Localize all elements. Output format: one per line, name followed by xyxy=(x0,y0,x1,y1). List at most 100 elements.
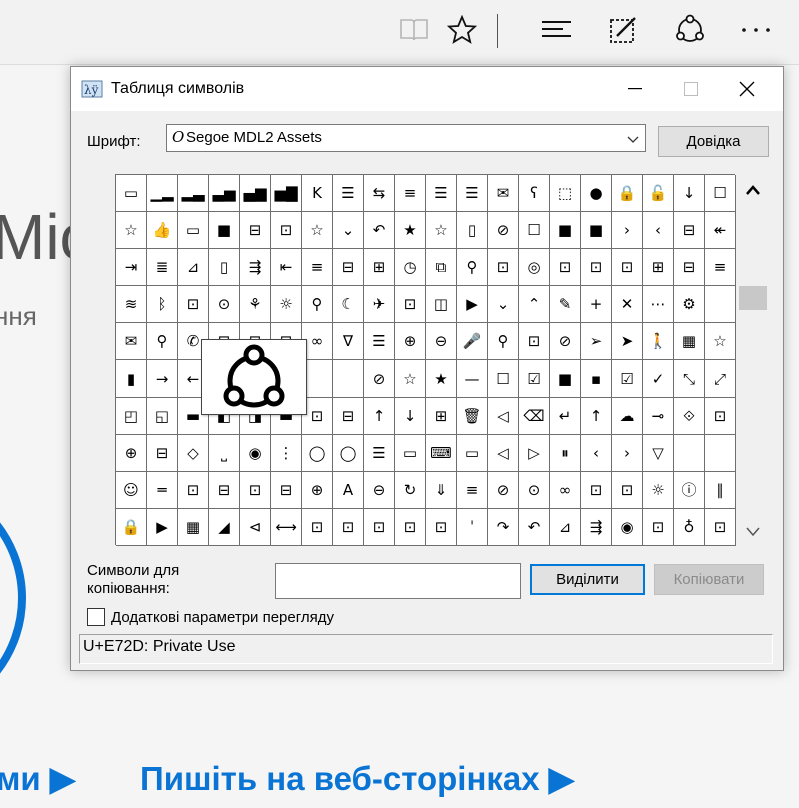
character-cell[interactable]: ↶ xyxy=(364,212,395,250)
character-cell[interactable]: ■ xyxy=(581,212,612,250)
character-cell[interactable]: ▶ xyxy=(457,286,488,324)
character-cell[interactable]: ◰ xyxy=(116,397,147,435)
copy-button[interactable]: Копіювати xyxy=(654,564,764,595)
character-cell[interactable]: ⊡ xyxy=(302,508,333,546)
character-cell[interactable]: ☁ xyxy=(612,397,643,435)
character-cell[interactable]: ⊿ xyxy=(550,508,581,546)
character-cell[interactable]: ↷ xyxy=(488,508,519,546)
character-cell[interactable]: ‹ xyxy=(643,212,674,250)
character-cell[interactable]: ↓ xyxy=(395,397,426,435)
character-cell[interactable]: 👍 xyxy=(147,212,178,250)
character-cell[interactable]: ⊟ xyxy=(333,397,364,435)
font-select[interactable]: O Segoe MDL2 Assets xyxy=(166,124,646,152)
character-cell[interactable]: ⊘ xyxy=(550,323,581,361)
character-cell[interactable]: ◢ xyxy=(209,508,240,546)
character-cell[interactable]: ☰ xyxy=(364,323,395,361)
character-cell[interactable]: ◷ xyxy=(395,249,426,287)
character-cell[interactable]: ⎵ xyxy=(209,434,240,472)
character-cell[interactable]: ⊡ xyxy=(395,508,426,546)
character-cell[interactable]: ⓘ xyxy=(674,471,705,509)
title-bar[interactable]: λÿ Таблиця символів xyxy=(71,67,783,111)
character-cell[interactable]: ⌄ xyxy=(333,212,364,250)
character-cell[interactable]: › xyxy=(612,434,643,472)
character-cell[interactable]: 🚶 xyxy=(643,323,674,361)
character-cell[interactable]: ↞ xyxy=(705,212,736,250)
character-cell[interactable]: ◁ xyxy=(488,434,519,472)
character-cell[interactable]: ⊞ xyxy=(364,249,395,287)
character-cell[interactable]: ≣ xyxy=(147,249,178,287)
character-cell[interactable]: ⋯ xyxy=(643,286,674,324)
characters-to-copy-input[interactable] xyxy=(275,563,521,599)
character-cell[interactable]: ⊕ xyxy=(302,471,333,509)
character-cell[interactable]: ⊡ xyxy=(705,397,736,435)
character-cell[interactable]: ■ xyxy=(550,212,581,250)
character-cell[interactable]: ⤡ xyxy=(674,360,705,398)
character-cell[interactable]: 🔒 xyxy=(612,175,643,213)
character-cell[interactable]: ↵ xyxy=(550,397,581,435)
character-cell[interactable]: ⌫ xyxy=(519,397,550,435)
character-cell[interactable]: ⋮ xyxy=(271,434,302,472)
character-cell[interactable]: ⊡ xyxy=(178,286,209,324)
character-cell[interactable]: 🎤 xyxy=(457,323,488,361)
character-cell[interactable]: ⚲ xyxy=(488,323,519,361)
character-cell[interactable]: → xyxy=(147,360,178,398)
character-cell[interactable]: ⊕ xyxy=(395,323,426,361)
character-cell[interactable]: ▮ xyxy=(116,360,147,398)
character-cell[interactable]: ⊡ xyxy=(333,508,364,546)
character-cell[interactable]: ⇶ xyxy=(581,508,612,546)
character-cell[interactable]: ⊙ xyxy=(209,286,240,324)
share-icon[interactable] xyxy=(674,14,706,46)
character-cell[interactable]: ⊡ xyxy=(240,471,271,509)
character-cell[interactable]: ☼ xyxy=(271,286,302,324)
character-cell[interactable]: ≡ xyxy=(457,471,488,509)
character-cell[interactable]: ✈ xyxy=(364,286,395,324)
character-cell[interactable]: ˈ xyxy=(457,508,488,546)
character-cell[interactable]: ⬚ xyxy=(550,175,581,213)
character-cell[interactable]: ☰ xyxy=(457,175,488,213)
character-cell[interactable]: ⇥ xyxy=(116,249,147,287)
character-cell[interactable]: ⊘ xyxy=(488,471,519,509)
character-cell[interactable]: ✎ xyxy=(550,286,581,324)
character-cell[interactable]: ⌃ xyxy=(519,286,550,324)
character-cell[interactable]: ▽ xyxy=(643,434,674,472)
character-cell[interactable]: ⊲ xyxy=(240,508,271,546)
character-cell[interactable]: ⊖ xyxy=(364,471,395,509)
grid-scrollbar[interactable] xyxy=(738,174,768,545)
character-cell[interactable]: ☐ xyxy=(488,360,519,398)
character-cell[interactable]: ▭ xyxy=(116,175,147,213)
character-cell[interactable]: ☐ xyxy=(519,212,550,250)
character-cell[interactable]: 🔓 xyxy=(643,175,674,213)
character-cell[interactable] xyxy=(705,286,736,324)
character-cell[interactable]: ☆ xyxy=(302,212,333,250)
character-cell[interactable]: ⤢ xyxy=(705,360,736,398)
character-cell[interactable]: ⟐ xyxy=(674,397,705,435)
favorites-star-icon[interactable] xyxy=(446,14,478,46)
character-cell[interactable]: ⊡ xyxy=(271,212,302,250)
character-cell[interactable]: ▭ xyxy=(178,212,209,250)
character-cell[interactable]: ∇ xyxy=(333,323,364,361)
character-cell[interactable]: ◯ xyxy=(302,434,333,472)
character-cell[interactable]: ⧉ xyxy=(426,249,457,287)
character-cell[interactable]: ⊡ xyxy=(488,249,519,287)
character-cell[interactable]: ⊟ xyxy=(674,249,705,287)
character-cell[interactable]: ☰ xyxy=(364,434,395,472)
character-cell[interactable]: ↑ xyxy=(364,397,395,435)
character-cell[interactable]: ⌨ xyxy=(426,434,457,472)
character-cell[interactable]: ☆ xyxy=(116,212,147,250)
help-button[interactable]: Довідка xyxy=(658,126,769,157)
character-cell[interactable]: ⊟ xyxy=(271,471,302,509)
character-cell[interactable]: ⟷ xyxy=(271,508,302,546)
character-cell[interactable]: ʕ xyxy=(519,175,550,213)
character-cell[interactable]: ▯ xyxy=(457,212,488,250)
character-cell[interactable]: ♁ xyxy=(674,508,705,546)
character-cell[interactable]: ★ xyxy=(426,360,457,398)
character-cell[interactable]: ⚲ xyxy=(302,286,333,324)
character-cell[interactable]: ▦ xyxy=(178,508,209,546)
character-cell[interactable]: K xyxy=(302,175,333,213)
background-link-write-on-web[interactable]: Пишіть на веб-сторінках ▶ xyxy=(140,759,574,798)
character-cell[interactable]: ⊟ xyxy=(209,471,240,509)
character-cell[interactable]: ⚙ xyxy=(674,286,705,324)
character-cell[interactable]: ⊡ xyxy=(178,471,209,509)
character-cell[interactable]: ◉ xyxy=(612,508,643,546)
character-cell[interactable]: ⊞ xyxy=(426,397,457,435)
